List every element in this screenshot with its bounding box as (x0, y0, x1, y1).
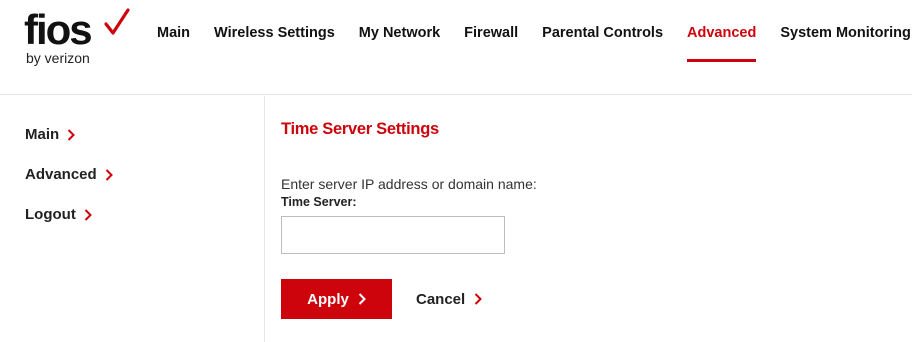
cancel-button-label: Cancel (416, 290, 466, 308)
chevron-right-icon (474, 293, 483, 305)
sidebar-item-advanced[interactable]: Advanced (25, 166, 113, 183)
sidebar-item-label: Advanced (25, 166, 97, 183)
nav-tab-system-monitoring[interactable]: System Monitoring (780, 0, 911, 64)
time-server-label: Time Server: (281, 195, 357, 209)
chevron-right-icon (105, 168, 113, 181)
sidebar-item-label: Logout (25, 206, 76, 223)
apply-button-label: Apply (307, 290, 349, 308)
main-content: Time Server Settings Enter server IP add… (266, 96, 912, 342)
nav-tab-advanced[interactable]: Advanced (687, 0, 757, 64)
logo-wordmark: fios (24, 6, 93, 53)
instruction-text: Enter server IP address or domain name: (281, 176, 537, 192)
header: fios by verizon Main Wireless Settings M… (0, 0, 912, 95)
top-navigation: Main Wireless Settings My Network Firewa… (145, 0, 912, 95)
nav-tab-wireless-settings[interactable]: Wireless Settings (214, 0, 335, 64)
checkmark-icon (104, 8, 130, 35)
sidebar-item-label: Main (25, 126, 60, 143)
sidebar-item-main[interactable]: Main (25, 126, 76, 143)
sidebar-item-logout[interactable]: Logout (25, 206, 92, 223)
nav-tab-my-network[interactable]: My Network (359, 0, 440, 64)
page-title: Time Server Settings (281, 120, 439, 138)
time-server-input[interactable] (281, 216, 505, 254)
chevron-right-icon (67, 128, 76, 141)
fios-logo[interactable]: fios by verizon (24, 6, 134, 72)
router-admin-page: fios by verizon Main Wireless Settings M… (0, 0, 912, 342)
apply-button[interactable]: Apply (281, 279, 392, 319)
logo-subtitle: by verizon (26, 50, 90, 66)
cancel-button[interactable]: Cancel (416, 279, 483, 319)
nav-tab-parental-controls[interactable]: Parental Controls (542, 0, 663, 64)
chevron-right-icon (84, 208, 92, 221)
nav-tab-main[interactable]: Main (157, 0, 190, 64)
sidebar: Main Advanced Logout (0, 96, 265, 342)
nav-tab-firewall[interactable]: Firewall (464, 0, 518, 64)
chevron-right-icon (358, 293, 366, 305)
